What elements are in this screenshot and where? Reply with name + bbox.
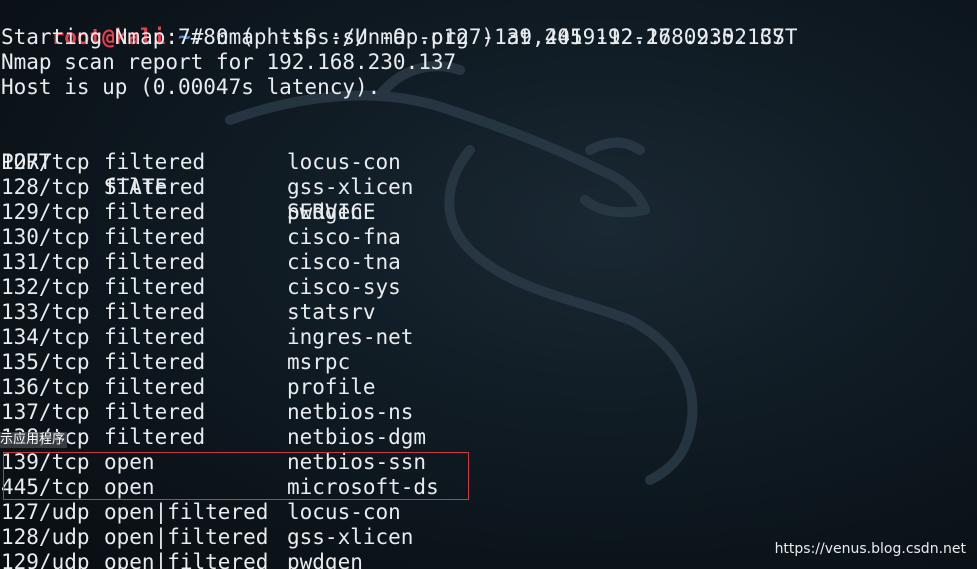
- table-row: 129/tcp filtered pwdgen: [1, 200, 901, 225]
- service-cell: profile: [287, 375, 376, 399]
- port-cell: 130/tcp: [1, 225, 90, 249]
- port-cell: 129/udp: [1, 550, 90, 569]
- service-cell: pwdgen: [287, 200, 363, 224]
- table-row: 137/tcp filtered netbios-ns: [1, 400, 901, 425]
- table-row: 130/tcp filtered cisco-fna: [1, 225, 901, 250]
- table-row: 138/tcpfilterednetbios-dgm: [1, 425, 901, 450]
- table-row: 127/udp open|filtered locus-con: [1, 500, 901, 525]
- port-cell: 131/tcp: [1, 250, 90, 274]
- output-line-report: Nmap scan report for 192.168.230.137: [1, 50, 457, 74]
- table-row: 131/tcp filtered cisco-tna: [1, 250, 901, 275]
- state-cell: open|filtered: [104, 550, 269, 569]
- table-row: 134/tcp filtered ingres-net: [1, 325, 901, 350]
- table-header: PORT STATE SERVICE: [1, 125, 901, 224]
- service-cell: pwdgen: [287, 550, 363, 569]
- output-line-start: Starting Nmap 7.80 ( https://nmap.org ) …: [1, 25, 798, 49]
- port-cell: 127/udp: [1, 500, 90, 524]
- port-cell: 135/tcp: [1, 350, 90, 374]
- csdn-watermark: https://venus.blog.csdn.net: [774, 541, 966, 557]
- command-prompt-line: root@kali:~# nmap -sS -sU -O -p127-139,4…: [1, 0, 785, 49]
- service-cell: statsrv: [287, 300, 376, 324]
- port-cell: 136/tcp: [1, 375, 90, 399]
- state-cell: filtered: [104, 300, 206, 324]
- service-cell: gss-xlicen: [287, 525, 414, 549]
- port-cell: 128/tcp: [1, 175, 90, 199]
- table-row: 136/tcp filtered profile: [1, 375, 901, 400]
- service-cell: cisco-tna: [287, 250, 401, 274]
- state-cell: filtered: [104, 425, 206, 449]
- port-cell: 129/tcp: [1, 200, 90, 224]
- port-cell: 133/tcp: [1, 300, 90, 324]
- service-cell: locus-con: [287, 150, 401, 174]
- output-line-host: Host is up (0.00047s latency).: [1, 75, 381, 99]
- port-cell: 137/tcp: [1, 400, 90, 424]
- table-row: 135/tcp filtered msrpc: [1, 350, 901, 375]
- service-cell: msrpc: [287, 350, 351, 374]
- table-row: 128/tcp filtered gss-xlicen: [1, 175, 901, 200]
- port-cell: 134/tcp: [1, 325, 90, 349]
- state-cell: filtered: [104, 200, 206, 224]
- service-cell: locus-con: [287, 500, 401, 524]
- state-cell: filtered: [104, 275, 206, 299]
- service-cell: netbios-dgm: [287, 425, 427, 449]
- taskbar-tooltip: 示应用程序: [0, 432, 68, 448]
- table-row: 128/udp open|filtered gss-xlicen: [1, 525, 901, 550]
- state-cell: filtered: [104, 375, 206, 399]
- table-row: 129/udp open|filtered pwdgen: [1, 550, 901, 569]
- state-cell: filtered: [104, 250, 206, 274]
- port-cell: 128/udp: [1, 525, 90, 549]
- table-row: 133/tcp filtered statsrv: [1, 300, 901, 325]
- port-cell: 132/tcp: [1, 275, 90, 299]
- state-cell: filtered: [104, 325, 206, 349]
- state-cell: filtered: [104, 150, 206, 174]
- service-cell: gss-xlicen: [287, 175, 414, 199]
- open-ports-highlight-box: [3, 452, 469, 500]
- state-cell: filtered: [104, 350, 206, 374]
- service-cell: cisco-sys: [287, 275, 401, 299]
- state-cell: open|filtered: [104, 525, 269, 549]
- service-cell: cisco-fna: [287, 225, 401, 249]
- state-cell: filtered: [104, 175, 206, 199]
- service-cell: netbios-ns: [287, 400, 414, 424]
- state-cell: open|filtered: [104, 500, 269, 524]
- table-row: 132/tcp filtered cisco-sys: [1, 275, 901, 300]
- table-row: 127/tcp filtered locus-con: [1, 150, 901, 175]
- state-cell: filtered: [104, 225, 206, 249]
- port-cell: 127/tcp: [1, 150, 90, 174]
- state-cell: filtered: [104, 400, 206, 424]
- service-cell: ingres-net: [287, 325, 414, 349]
